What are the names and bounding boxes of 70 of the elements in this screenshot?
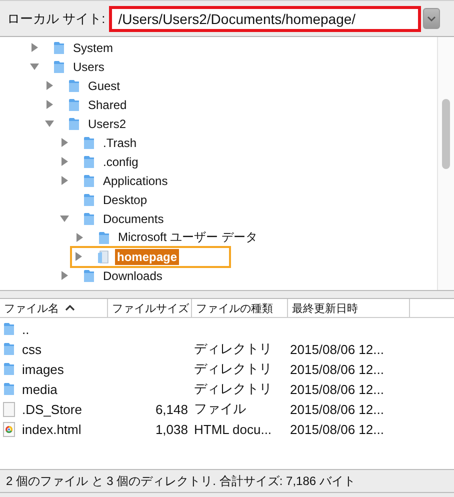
column-header[interactable]: 最終更新日時 [288, 299, 410, 317]
chevron-down-icon [427, 16, 436, 22]
file-icon [3, 402, 15, 416]
folder-icon [68, 98, 80, 112]
folder-icon [97, 250, 109, 264]
collapsed-arrow-icon[interactable] [45, 100, 54, 109]
tree-item[interactable]: Desktop [101, 192, 150, 208]
folder-icon [3, 362, 15, 376]
file-type: ディレクトリ [194, 380, 272, 398]
folder-icon [83, 192, 95, 206]
tree-item[interactable]: Microsoft ユーザー データ [116, 228, 260, 247]
tree-item[interactable]: Users2 [86, 116, 128, 132]
modified-date: 2015/08/06 12... [290, 362, 384, 376]
modified-date: 2015/08/06 12... [290, 382, 384, 396]
tree-item[interactable]: Applications [101, 172, 170, 188]
folder-icon [53, 60, 65, 74]
site-label: ローカル サイト: [7, 10, 106, 28]
collapsed-arrow-icon[interactable] [45, 81, 54, 90]
collapsed-arrow-icon[interactable] [60, 138, 69, 147]
folder-icon [83, 154, 95, 168]
modified-date: 2015/08/06 12... [290, 402, 384, 416]
tree-item[interactable]: Users [71, 58, 106, 74]
folder-icon [3, 382, 15, 396]
column-header[interactable]: ファイルサイズ [108, 299, 192, 317]
tree-item[interactable]: Shared [86, 96, 129, 112]
column-header[interactable]: ファイル名 [0, 299, 108, 317]
folder-icon [83, 136, 95, 150]
folder-icon [53, 40, 65, 54]
dropdown-button[interactable] [423, 8, 440, 29]
file-type: HTML docu... [194, 422, 272, 436]
file-name[interactable]: .DS_Store [22, 402, 82, 416]
file-name[interactable]: index.html [22, 422, 82, 436]
folder-icon [98, 230, 110, 244]
file-size: 6,148 [155, 402, 188, 416]
file-name[interactable]: css [22, 342, 42, 356]
folder-icon [83, 268, 95, 282]
file-name[interactable]: .. [22, 322, 30, 336]
file-type: ファイル [194, 400, 246, 418]
path-field[interactable]: /Users/Users2/Documents/homepage/ [109, 6, 422, 32]
tree-item[interactable]: .config [101, 154, 140, 170]
folder-icon [3, 342, 15, 356]
collapsed-arrow-icon[interactable] [60, 176, 69, 185]
modified-date: 2015/08/06 12... [290, 422, 384, 436]
file-name[interactable]: images [22, 362, 64, 376]
file-size: 1,038 [155, 422, 188, 436]
folder-icon [68, 116, 80, 130]
scrollbar-thumb[interactable] [442, 99, 450, 169]
folder-icon [83, 174, 95, 188]
expanded-arrow-icon[interactable] [45, 119, 54, 128]
tree-item[interactable]: .Trash [101, 134, 139, 150]
column-header[interactable]: ファイルの種類 [192, 299, 288, 317]
collapsed-arrow-icon[interactable] [30, 43, 39, 52]
tree-item[interactable]: System [71, 40, 116, 56]
file-type: ディレクトリ [194, 340, 272, 358]
tree-item[interactable]: Guest [86, 78, 122, 94]
tree-item[interactable]: Documents [101, 210, 166, 226]
modified-date: 2015/08/06 12... [290, 342, 384, 356]
collapsed-arrow-icon[interactable] [74, 252, 83, 261]
collapsed-arrow-icon[interactable] [60, 157, 69, 166]
html-file-icon [3, 422, 15, 436]
collapsed-arrow-icon[interactable] [75, 233, 84, 242]
collapsed-arrow-icon[interactable] [60, 271, 69, 280]
folder-icon [68, 78, 80, 92]
tree-item[interactable]: Downloads [101, 268, 164, 284]
file-name[interactable]: media [22, 382, 58, 396]
folder-icon [83, 212, 95, 226]
file-type: ディレクトリ [194, 360, 272, 378]
folder-icon [3, 322, 15, 336]
expanded-arrow-icon[interactable] [60, 214, 69, 223]
expanded-arrow-icon[interactable] [30, 62, 39, 71]
